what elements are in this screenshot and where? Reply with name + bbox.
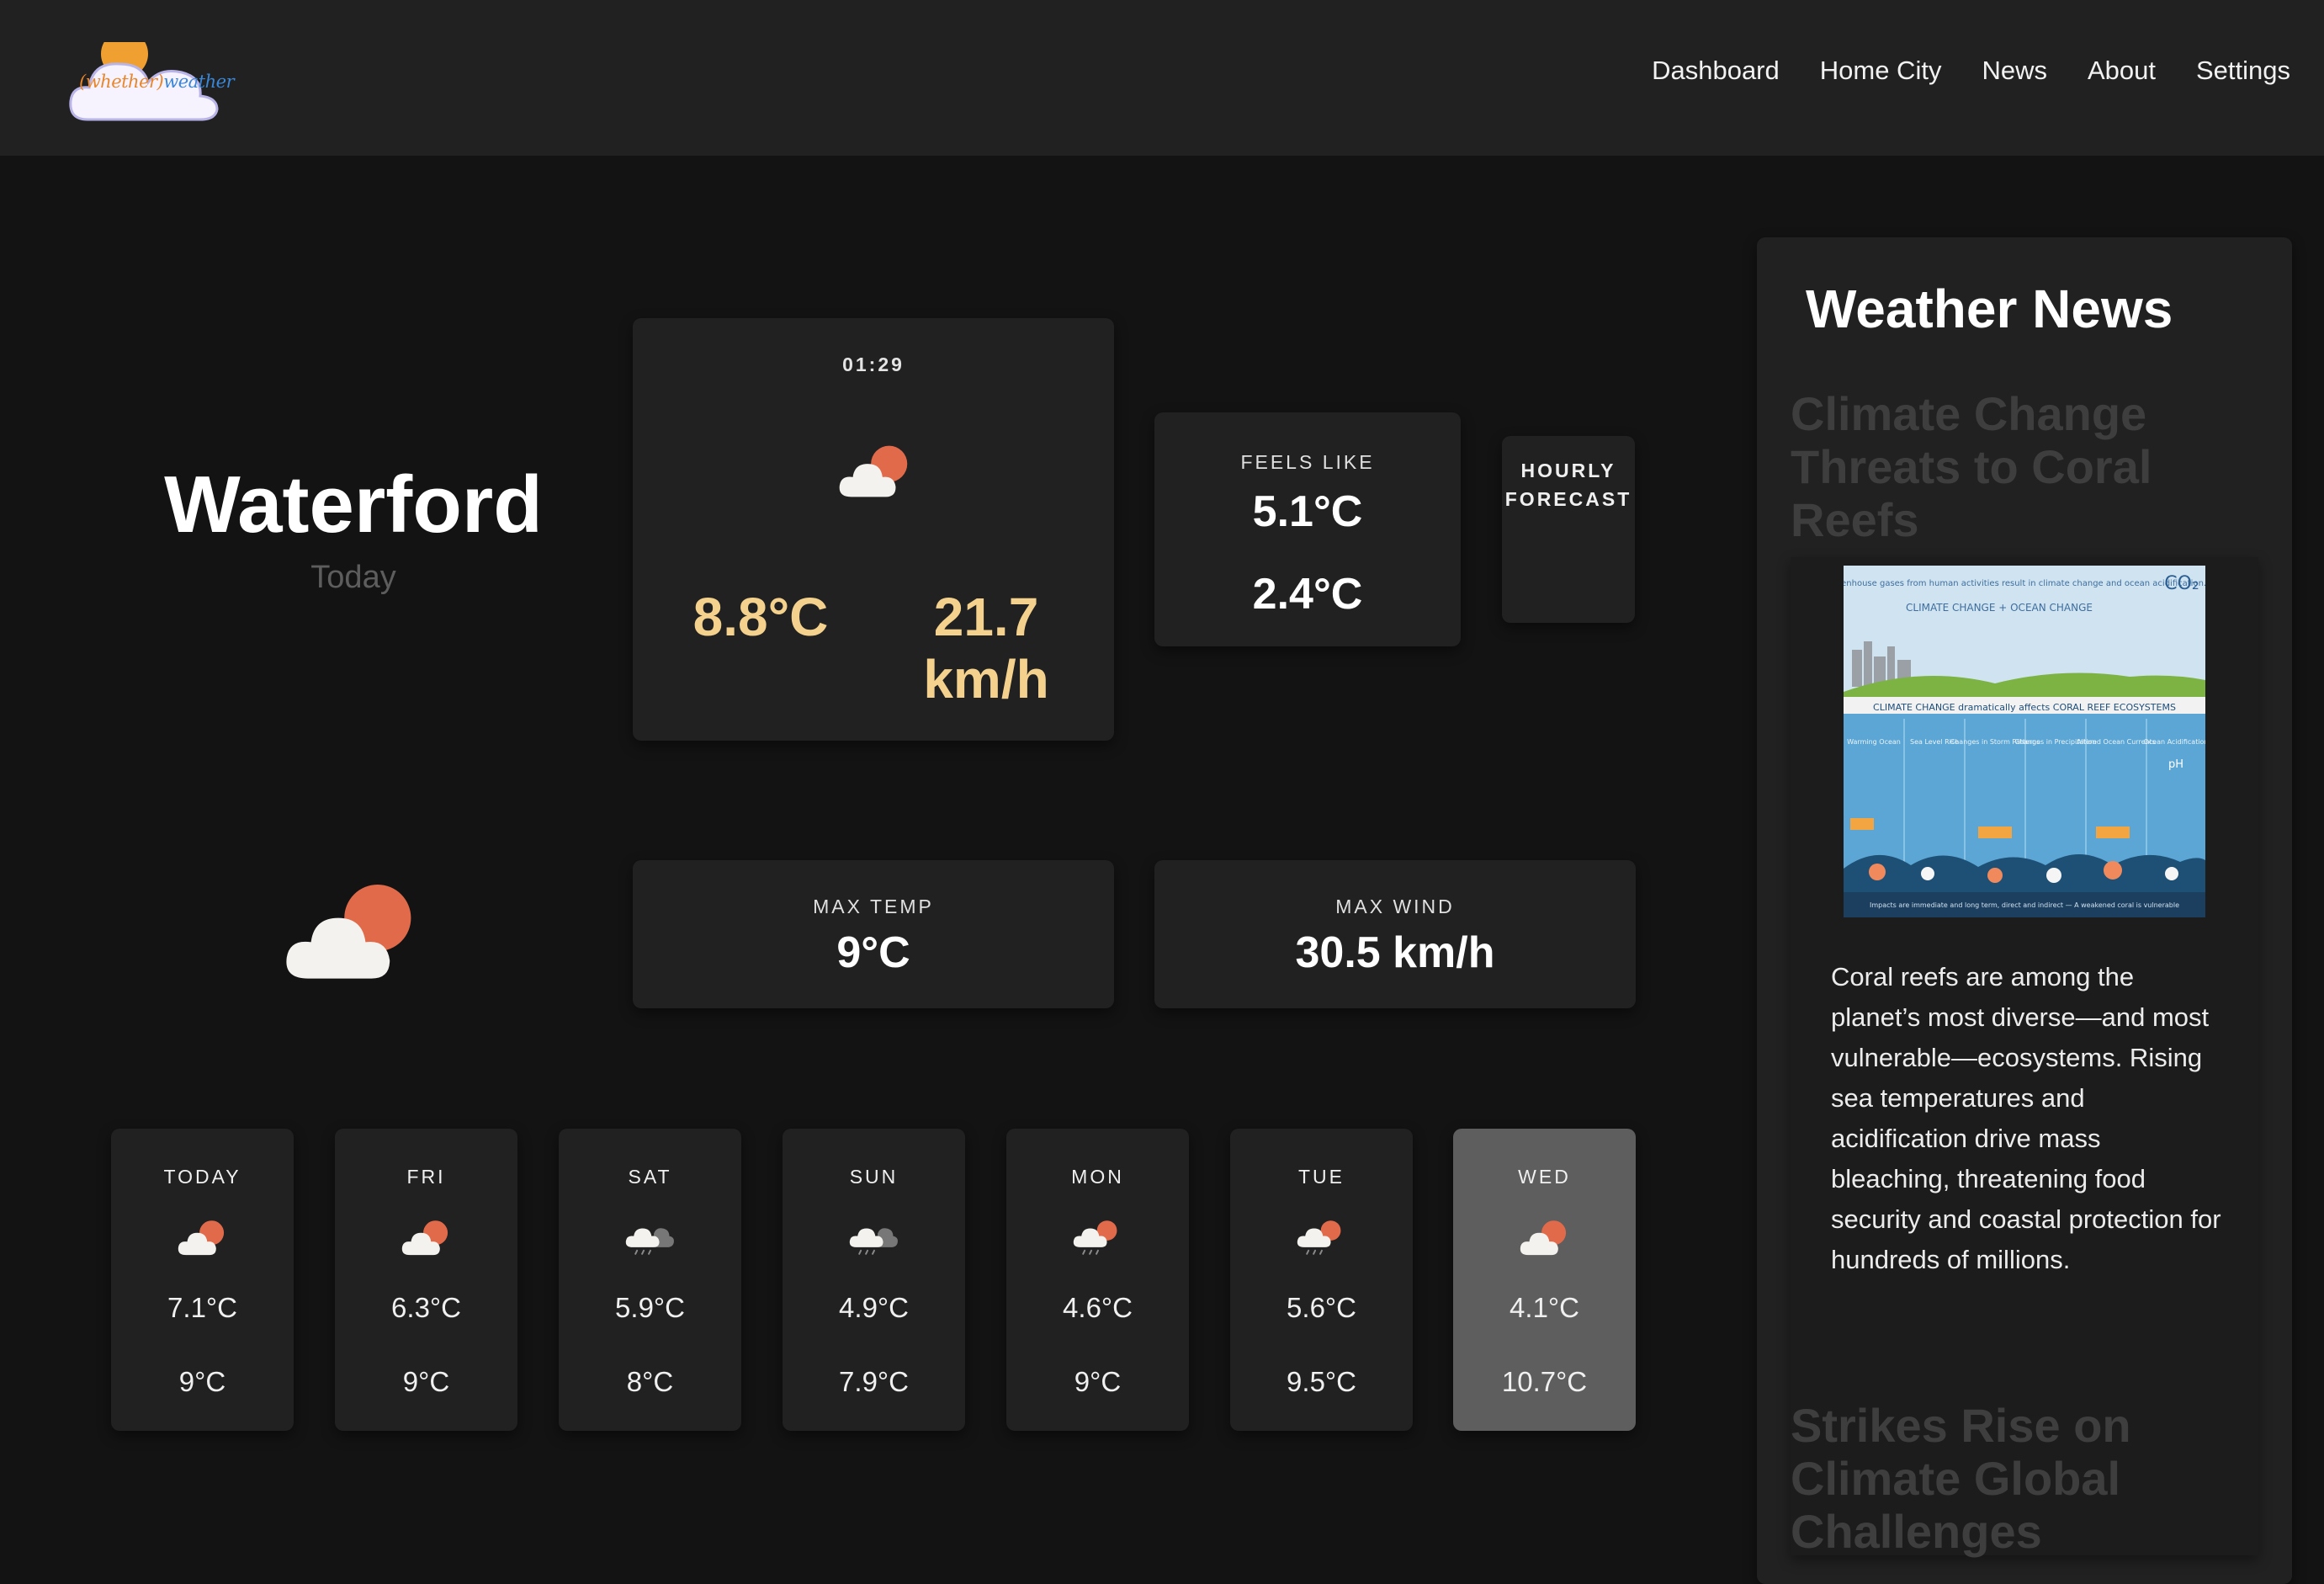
forecast-low-temp: 4.1°C (1510, 1292, 1579, 1323)
feels-like-card: FEELS LIKE 5.1°C 2.4°C (1154, 412, 1461, 646)
current-temperature: 8.8°C (692, 587, 829, 647)
forecast-day-card[interactable]: FRI 6.3°C 9°C (335, 1129, 517, 1431)
forecast-low-temp: 4.6°C (1063, 1292, 1133, 1323)
feels-like-secondary-value: 2.4°C (1252, 570, 1363, 619)
sun-rain-cloud-icon (1070, 1213, 1126, 1262)
forecast-day-name: WED (1518, 1166, 1571, 1188)
main-nav: Dashboard Home City News About Settings (1652, 56, 2290, 86)
forecast-day-name: SAT (628, 1166, 672, 1188)
infographic-footer-text: Impacts are immediate and long term, dir… (1870, 901, 2179, 909)
nav-about[interactable]: About (2088, 56, 2156, 86)
city-name: Waterford (164, 460, 543, 550)
current-time: 01:29 (842, 353, 905, 375)
nav-dashboard[interactable]: Dashboard (1652, 56, 1780, 86)
rain-cloud-icon (623, 1213, 678, 1262)
sun-rain-cloud-icon (1294, 1213, 1350, 1262)
news-article-title[interactable]: Climate Change Threats to Coral Reefs (1791, 387, 2228, 546)
forecast-day-card-selected[interactable]: WED 4.1°C 10.7°C (1453, 1129, 1636, 1431)
weather-news-panel[interactable]: Weather News Climate Change Threats to C… (1757, 237, 2292, 1584)
app-logo[interactable]: (whether)weather (69, 19, 235, 121)
forecast-low-temp: 4.9°C (839, 1292, 909, 1323)
forecast-low-temp: 7.1°C (167, 1292, 237, 1323)
infographic-label-ocean-acidification: Ocean Acidification (2143, 738, 2205, 746)
infographic-subtitle: CLIMATE CHANGE + OCEAN CHANGE (1906, 602, 2093, 614)
forecast-day-name: FRI (406, 1166, 446, 1188)
infographic-top-text: Increased greenhouse gases from human ac… (1844, 579, 2205, 588)
city-day-label: Today (310, 560, 396, 595)
max-wind-card: MAX WIND 30.5 km/h (1154, 860, 1636, 1008)
top-header: (whether)weather Dashboard Home City New… (0, 0, 2324, 156)
max-temp-card: MAX TEMP 9°C (633, 860, 1114, 1008)
infographic-band-text: CLIMATE CHANGE dramatically affects CORA… (1873, 702, 2176, 713)
forecast-high-temp: 9°C (178, 1366, 226, 1397)
hourly-forecast-button[interactable]: HOURLY FORECAST (1502, 436, 1635, 623)
forecast-day-card[interactable]: SUN 4.9°C 7.9°C (783, 1129, 965, 1431)
current-wind-speed: 21.7 km/h (923, 587, 1049, 710)
forecast-high-temp: 9°C (1074, 1366, 1122, 1397)
forecast-high-temp: 7.9°C (839, 1366, 909, 1397)
forecast-high-temp: 10.7°C (1501, 1366, 1588, 1397)
forecast-day-name: TODAY (163, 1166, 241, 1188)
partly-cloudy-icon (175, 1213, 231, 1262)
forecast-high-temp: 8°C (626, 1366, 674, 1397)
nav-news[interactable]: News (1982, 56, 2047, 86)
current-weather-card: 01:29 8.8°C 21.7 km/h (633, 318, 1114, 741)
max-wind-value: 30.5 km/h (1295, 928, 1495, 977)
forecast-low-temp: 5.6°C (1287, 1292, 1356, 1323)
rain-cloud-icon (846, 1213, 902, 1262)
forecast-day-card[interactable]: SAT 5.9°C 8°C (559, 1129, 741, 1431)
forecast-day-card[interactable]: MON 4.6°C 9°C (1006, 1129, 1189, 1431)
infographic-co2-label: CO₂ (2164, 573, 2199, 594)
infographic-label-warming-ocean: Warming Ocean (1847, 738, 1901, 746)
feels-like-value: 5.1°C (1252, 487, 1363, 536)
forecast-day-name: MON (1071, 1166, 1124, 1188)
max-temp-value: 9°C (836, 928, 910, 977)
nav-home-city[interactable]: Home City (1820, 56, 1942, 86)
forecast-day-card[interactable]: TODAY 7.1°C 9°C (111, 1129, 294, 1431)
hourly-forecast-label: HOURLY FORECAST (1504, 460, 1632, 510)
forecast-high-temp: 9°C (402, 1366, 450, 1397)
max-wind-label: MAX WIND (1335, 896, 1455, 917)
forecast-low-temp: 5.9°C (615, 1292, 685, 1323)
partly-cloudy-icon (835, 440, 917, 501)
nav-settings[interactable]: Settings (2196, 56, 2290, 86)
forecast-high-temp: 9.5°C (1287, 1366, 1356, 1397)
partly-cloudy-icon (1517, 1213, 1573, 1262)
news-article-title[interactable]: Strikes Rise on Climate Global Challenge… (1791, 1399, 2228, 1558)
partly-cloudy-icon (278, 875, 429, 985)
partly-cloudy-icon (399, 1213, 454, 1262)
forecast-day-card[interactable]: TUE 5.6°C 9.5°C (1230, 1129, 1413, 1431)
infographic-ph-label: pH (2168, 758, 2183, 771)
coral-reef-infographic-image[interactable]: Increased greenhouse gases from human ac… (1844, 566, 2205, 917)
forecast-low-temp: 6.3°C (391, 1292, 461, 1323)
feels-like-label: FEELS LIKE (1240, 451, 1375, 473)
max-temp-label: MAX TEMP (813, 896, 934, 917)
logo-text: (whether)weather (79, 72, 235, 92)
forecast-day-name: TUE (1298, 1166, 1345, 1188)
news-article-body: Coral reefs are among the planet’s most … (1831, 962, 2221, 1274)
forecast-day-name: SUN (849, 1166, 899, 1188)
news-heading: Weather News (1806, 279, 2173, 339)
